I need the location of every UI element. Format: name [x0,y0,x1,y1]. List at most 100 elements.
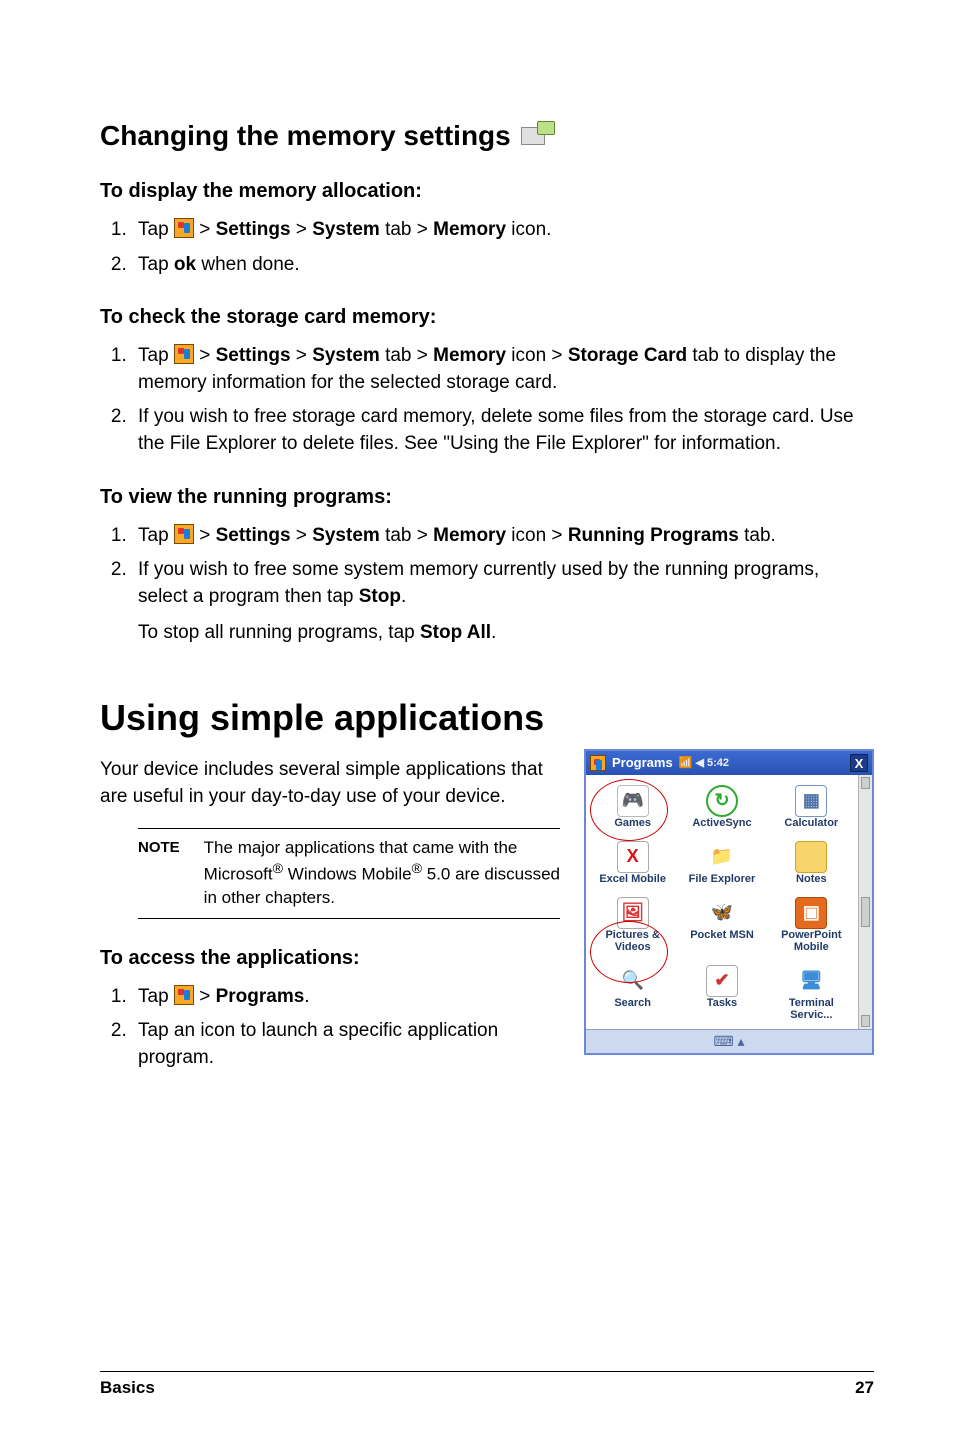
app-label: Terminal Servic... [767,997,856,1021]
note-label: NOTE [138,837,180,909]
running-step-3: To stop all running programs, tap Stop A… [138,620,874,647]
bold-system: System [312,525,380,546]
alloc-steps: Tap > Settings > System tab > Memory ico… [100,217,874,278]
heading-changing-memory: Changing the memory settings [100,120,874,152]
app-label: Tasks [707,997,737,1009]
heading-text: Changing the memory settings [100,120,511,152]
app-powerpoint[interactable]: ▣PowerPoint Mobile [767,895,856,957]
subhead-running: To view the running programs: [100,486,874,509]
app-calculator[interactable]: ▦Calculator [767,783,856,833]
text: Tap [138,219,174,240]
text: tab > [380,345,433,366]
note-text: The major applications that came with th… [204,837,560,909]
close-icon[interactable]: X [850,754,868,772]
alloc-step-2: Tap ok when done. [132,252,874,279]
bold-memory: Memory [433,219,506,240]
time-text: 5:42 [707,757,729,769]
app-label: Calculator [784,817,838,829]
bold-system: System [312,219,380,240]
running-step-1: Tap > Settings > System tab > Memory ico… [132,523,874,550]
device-title-text: Programs [612,755,673,770]
bold-running: Running Programs [568,525,739,546]
text: Tap [138,525,174,546]
app-tasks[interactable]: ✔Tasks [677,963,766,1025]
text: > [194,986,216,1007]
text: Tap [138,254,174,275]
start-icon [174,524,194,544]
app-terminal[interactable]: 🖥Terminal Servic... [767,963,856,1025]
footer-page: 27 [855,1378,874,1398]
app-file-explorer[interactable]: 📁File Explorer [677,839,766,889]
app-notes[interactable]: Notes [767,839,856,889]
text: . [491,622,496,643]
bold-storage-card: Storage Card [568,345,687,366]
text: If you wish to free some system memory c… [138,559,819,607]
text: Tap [138,345,174,366]
storage-step-2: If you wish to free storage card memory,… [132,404,874,457]
access-step-2: Tap an icon to launch a specific applica… [132,1018,560,1071]
text: > [194,219,216,240]
app-label: ActiveSync [692,817,751,829]
bold-settings: Settings [216,219,291,240]
callout-circle-pictures [590,921,668,983]
subhead-storage: To check the storage card memory: [100,306,874,329]
text: . [304,986,309,1007]
app-activesync[interactable]: ↻ActiveSync [677,783,766,833]
subhead-alloc: To display the memory allocation: [100,180,874,203]
text: > [291,525,313,546]
text: when done. [196,254,300,275]
bold-stop: Stop [359,586,401,607]
device-body: 🎮Games ↻ActiveSync ▦Calculator XExcel Mo… [586,775,872,1029]
sip-bar[interactable]: ⌨ ▴ [586,1029,872,1053]
device-status: 📶 ◀ 5:42 [679,756,729,769]
text: > [291,219,313,240]
alloc-step-1: Tap > Settings > System tab > Memory ico… [132,217,874,244]
text: icon > [506,525,568,546]
text: icon > [506,345,568,366]
app-excel[interactable]: XExcel Mobile [588,839,677,889]
device-titlebar: Programs 📶 ◀ 5:42 X [586,751,872,775]
text: Windows Mobile [283,865,412,884]
app-label: Pocket MSN [690,929,754,941]
storage-step-1: Tap > Settings > System tab > Memory ico… [132,343,874,396]
start-icon [174,985,194,1005]
page-footer: Basics 27 [100,1371,874,1398]
text: . [401,586,406,607]
scrollbar[interactable] [858,775,872,1029]
footer-section: Basics [100,1378,155,1398]
running-step-2: If you wish to free some system memory c… [132,557,874,610]
bold-memory: Memory [433,345,506,366]
subhead-access: To access the applications: [100,947,560,970]
app-label: Excel Mobile [599,873,666,885]
scroll-thumb[interactable] [861,897,870,927]
running-steps: Tap > Settings > System tab > Memory ico… [100,523,874,611]
app-pocket-msn[interactable]: 🦋Pocket MSN [677,895,766,957]
reg-mark: ® [412,861,422,877]
callout-circle-games [590,779,668,841]
text: Tap [138,986,174,1007]
app-label: PowerPoint Mobile [767,929,856,953]
storage-steps: Tap > Settings > System tab > Memory ico… [100,343,874,457]
start-icon[interactable] [590,755,606,771]
text: > [194,345,216,366]
text: tab > [380,525,433,546]
text: tab. [739,525,776,546]
access-step-1: Tap > Programs. [132,984,560,1011]
bold-ok: ok [174,254,196,275]
reg-mark: ® [273,861,283,877]
text: > [194,525,216,546]
bold-system: System [312,345,380,366]
text: To stop all running programs, tap [138,622,420,643]
text: icon. [506,219,551,240]
bold-settings: Settings [216,525,291,546]
memory-icon [521,121,555,151]
heading-simple-apps: Using simple applications [100,697,874,739]
simple-intro: Your device includes several simple appl… [100,757,560,810]
start-icon [174,344,194,364]
bold-settings: Settings [216,345,291,366]
bold-stopall: Stop All [420,622,491,643]
bold-memory: Memory [433,525,506,546]
note-box: NOTE The major applications that came wi… [138,828,560,918]
device-screenshot: Programs 📶 ◀ 5:42 X 🎮Games ↻ActiveSync ▦… [584,749,874,1055]
text: > [291,345,313,366]
